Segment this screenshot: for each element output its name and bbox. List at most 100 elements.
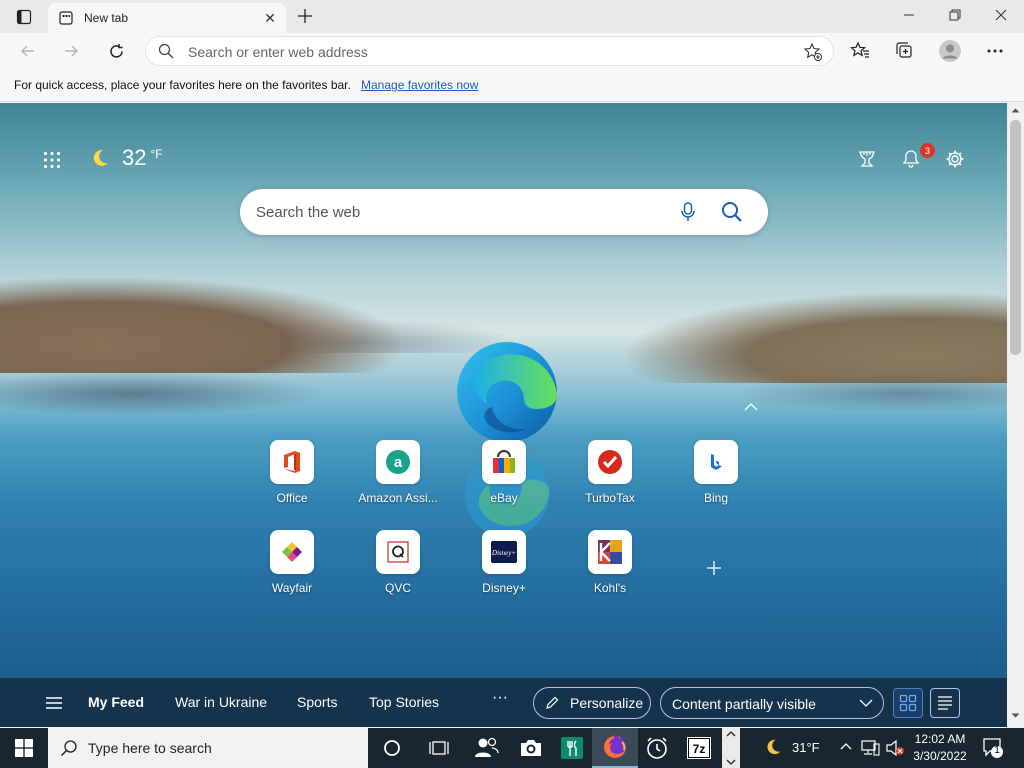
start-button[interactable] — [0, 728, 48, 768]
quick-link-office[interactable]: Office — [252, 440, 332, 512]
minimize-icon — [904, 14, 914, 16]
weather-widget[interactable]: 32 °F — [90, 145, 163, 171]
windows-logo-icon — [15, 739, 33, 757]
quick-link-disney-plus[interactable]: Disney+ Disney+ — [464, 530, 544, 602]
firefox-icon — [604, 735, 626, 758]
add-quick-link-button[interactable] — [702, 556, 726, 580]
network-icon[interactable] — [860, 739, 880, 757]
restore-button[interactable] — [932, 0, 978, 30]
people-button[interactable] — [464, 728, 510, 768]
list-layout-button[interactable] — [930, 688, 960, 718]
edge-logo-icon — [457, 342, 557, 442]
profile-button[interactable] — [934, 36, 966, 66]
close-window-button[interactable] — [978, 0, 1024, 30]
tab-actions-button[interactable] — [10, 6, 38, 28]
quick-link-wayfair[interactable]: Wayfair — [252, 530, 332, 602]
people-icon — [475, 737, 499, 757]
tab-my-feed[interactable]: My Feed — [88, 694, 144, 710]
chevron-down-icon — [859, 699, 873, 707]
collections-button[interactable] — [888, 36, 920, 66]
rewards-button[interactable] — [855, 147, 879, 171]
grid-layout-button[interactable] — [893, 688, 923, 718]
taskbar-search-input[interactable]: Type here to search — [88, 740, 212, 756]
tab-new-tab[interactable]: New tab ✕ — [48, 3, 286, 33]
action-center-button[interactable]: 1 — [982, 737, 1004, 764]
volume-muted-icon[interactable] — [885, 739, 905, 757]
bell-icon — [902, 150, 920, 168]
new-tab-favicon-icon — [58, 10, 74, 26]
chevron-down-icon — [726, 759, 736, 765]
back-button[interactable] — [12, 36, 44, 66]
favorites-button[interactable] — [844, 36, 876, 66]
tab-close-icon[interactable]: ✕ — [260, 8, 280, 28]
feed-menu-button[interactable] — [43, 693, 65, 713]
firefox-button[interactable] — [592, 728, 638, 768]
collapse-quick-links-button[interactable] — [741, 400, 761, 414]
scroll-up-arrow-icon — [1011, 108, 1020, 113]
manage-favorites-link[interactable]: Manage favorites now — [361, 78, 478, 92]
qvc-icon — [376, 530, 420, 574]
refresh-icon — [109, 43, 123, 58]
taskbar-search-box[interactable]: Type here to search — [48, 728, 368, 768]
quick-link-qvc[interactable]: QVC — [358, 530, 438, 602]
taskbar-scroll-buttons[interactable] — [722, 728, 740, 768]
background-shore-left — [0, 371, 330, 416]
windows-taskbar: Type here to search 7z 31°F 12:02 AM 3/3… — [0, 728, 1024, 768]
app-launcher-button[interactable] — [40, 148, 64, 172]
chevron-up-icon — [726, 731, 736, 737]
web-search-box[interactable]: Search the web — [240, 189, 768, 235]
quick-link-kohls[interactable]: Kohl's — [570, 530, 650, 602]
refresh-button[interactable] — [100, 36, 132, 66]
plus-icon — [707, 561, 721, 575]
ebay-icon — [482, 440, 526, 484]
taskbar-weather[interactable]: 31°F — [764, 738, 820, 756]
content-visibility-dropdown[interactable]: Content partially visible — [660, 687, 884, 719]
search-icon — [158, 43, 174, 59]
search-icon[interactable] — [720, 200, 744, 224]
page-scrollbar[interactable] — [1007, 103, 1024, 728]
tab-title: New tab — [84, 11, 129, 25]
quick-link-label: Disney+ — [482, 581, 526, 595]
address-bar[interactable]: Search or enter web address — [145, 36, 834, 66]
alarms-clock-button[interactable] — [634, 728, 680, 768]
quick-link-label: QVC — [384, 581, 411, 595]
system-clock[interactable]: 12:02 AM 3/30/2022 — [908, 731, 972, 765]
personalize-button[interactable]: Personalize — [533, 687, 651, 719]
feed-more-button[interactable]: ··· — [492, 689, 508, 707]
microphone-icon[interactable] — [678, 201, 698, 223]
camera-app-button[interactable] — [508, 728, 554, 768]
wayfair-icon — [270, 530, 314, 574]
web-search-input[interactable]: Search the web — [256, 204, 360, 221]
tab-war-in-ukraine[interactable]: War in Ukraine — [175, 694, 267, 710]
7zip-icon: 7z — [687, 737, 711, 759]
taskbar-temperature: 31°F — [792, 739, 820, 755]
cortana-button[interactable] — [369, 728, 415, 768]
new-tab-button[interactable] — [292, 5, 318, 27]
forward-button[interactable] — [55, 36, 87, 66]
settings-and-more-button[interactable] — [979, 36, 1011, 66]
title-bar: New tab ✕ — [0, 0, 1024, 33]
quick-link-ebay[interactable]: eBay — [464, 440, 544, 512]
quick-link-amazon-assistant[interactable]: a Amazon Assi... — [358, 440, 438, 512]
page-settings-button[interactable] — [943, 147, 967, 171]
tab-sports[interactable]: Sports — [297, 694, 337, 710]
favorites-bar-message: For quick access, place your favorites h… — [14, 78, 351, 92]
show-hidden-icons-chevron-icon[interactable] — [839, 739, 853, 753]
kohls-icon — [588, 530, 632, 574]
add-favorite-icon[interactable] — [803, 42, 823, 62]
quick-link-label: Amazon Assi... — [358, 491, 438, 505]
quick-link-turbotax[interactable]: TurboTax — [570, 440, 650, 512]
minimize-button[interactable] — [886, 0, 932, 30]
tab-top-stories[interactable]: Top Stories — [369, 694, 439, 710]
clock-time: 12:02 AM — [914, 732, 966, 746]
task-view-button[interactable] — [416, 728, 462, 768]
scrollbar-thumb[interactable] — [1010, 120, 1021, 355]
quick-link-bing[interactable]: Bing — [676, 440, 756, 512]
favorites-bar: For quick access, place your favorites h… — [0, 70, 1024, 102]
address-input[interactable]: Search or enter web address — [188, 44, 368, 60]
quick-link-label: eBay — [490, 491, 518, 505]
collections-icon — [896, 42, 912, 58]
food-app-button[interactable] — [549, 728, 595, 768]
7zip-button[interactable]: 7z — [676, 728, 722, 768]
waffle-grid-icon — [43, 151, 61, 169]
